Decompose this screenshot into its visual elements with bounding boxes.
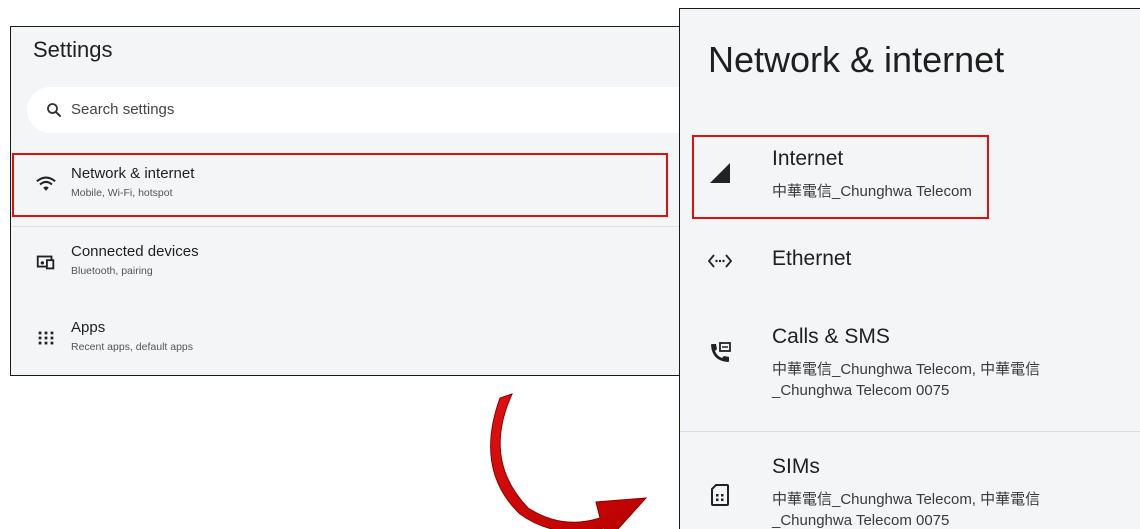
search-input[interactable]: Search settings [71, 101, 174, 118]
settings-item-connected-devices[interactable]: Connected devices Bluetooth, pairing [11, 231, 681, 295]
calls-sms-icon [711, 342, 731, 362]
network-item-subtitle: 中華電信_Chunghwa Telecom, 中華電信_Chunghwa Tel… [772, 491, 1041, 529]
sim-card-icon [711, 484, 729, 506]
highlight-box-internet [692, 135, 989, 219]
curved-arrow-icon [490, 393, 648, 529]
network-internet-panel: Network & internet Internet 中華電信_Chunghw… [679, 8, 1140, 529]
settings-item-subtitle: Recent apps, default apps [71, 341, 194, 353]
network-item-sims[interactable]: SIMs 中華電信_Chunghwa Telecom, 中華電信_Chunghw… [680, 439, 1140, 529]
search-icon [47, 103, 61, 117]
divider [11, 226, 681, 227]
network-item-subtitle: 中華電信_Chunghwa Telecom, 中華電信_Chunghwa Tel… [772, 361, 1041, 399]
apps-grid-icon [38, 331, 54, 345]
highlight-box-network [12, 153, 668, 217]
network-item-ethernet[interactable]: Ethernet [680, 235, 1140, 287]
settings-panel: Settings Search settings Network & inter… [10, 26, 682, 376]
search-bar[interactable]: Search settings [27, 87, 681, 133]
settings-item-title: Apps [71, 319, 106, 336]
page-title: Settings [33, 37, 113, 62]
page-title: Network & internet [708, 39, 1005, 80]
ethernet-icon [708, 254, 732, 268]
network-item-title: Ethernet [772, 247, 852, 270]
settings-item-apps[interactable]: Apps Recent apps, default apps [11, 307, 681, 371]
network-item-title: Calls & SMS [772, 325, 890, 348]
settings-item-subtitle: Bluetooth, pairing [71, 265, 153, 277]
connected-devices-icon [36, 255, 55, 270]
divider [680, 431, 1140, 432]
settings-item-title: Connected devices [71, 243, 199, 260]
network-item-title: SIMs [772, 455, 820, 478]
network-item-calls-sms[interactable]: Calls & SMS 中華電信_Chunghwa Telecom, 中華電信_… [680, 309, 1140, 419]
